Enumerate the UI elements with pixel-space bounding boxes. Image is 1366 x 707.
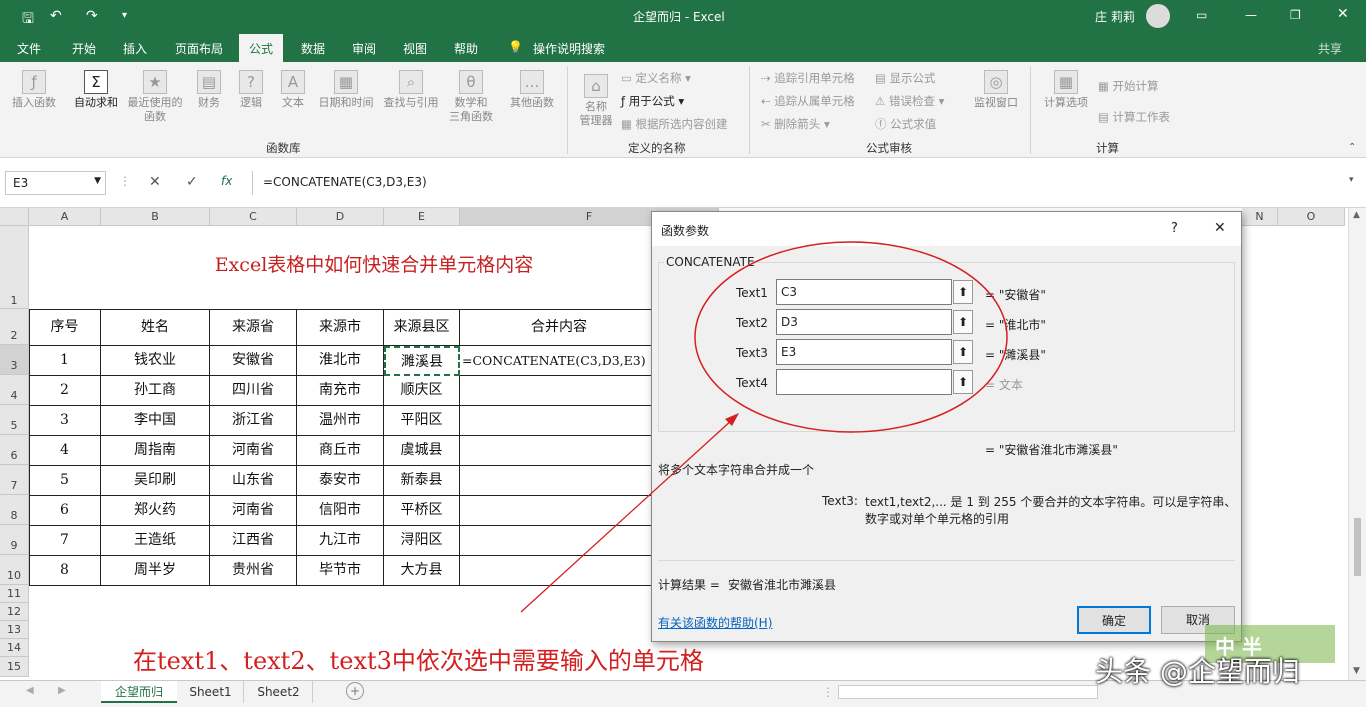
sheet-tab[interactable]: 企望而归 bbox=[101, 681, 177, 703]
new-sheet-button[interactable]: + bbox=[346, 682, 364, 700]
highlight-ellipse bbox=[694, 241, 1008, 433]
next-sheet-icon[interactable]: ▶ bbox=[58, 685, 66, 696]
annotation-overlay bbox=[520, 241, 1008, 613]
sheet-tab[interactable]: Sheet1 bbox=[178, 681, 244, 703]
vertical-scrollbar[interactable]: ▲ ▼ bbox=[1348, 208, 1366, 680]
horizontal-scrollbar[interactable] bbox=[838, 685, 1098, 699]
scroll-down-icon[interactable]: ▼ bbox=[1353, 666, 1360, 676]
annotation-text: 在text1、text2、text3中依次选中需要输入的单元格 bbox=[133, 647, 704, 675]
sheet-tab[interactable]: Sheet2 bbox=[245, 681, 313, 703]
pointer-arrow bbox=[520, 418, 734, 613]
prev-sheet-icon[interactable]: ◀ bbox=[26, 685, 34, 696]
tab-splitter-icon[interactable]: ⋮ bbox=[822, 685, 834, 699]
scroll-up-icon[interactable]: ▲ bbox=[1353, 210, 1360, 220]
watermark-text: 头条 @企望而归 bbox=[1095, 655, 1300, 688]
scroll-thumb[interactable] bbox=[1354, 518, 1361, 576]
